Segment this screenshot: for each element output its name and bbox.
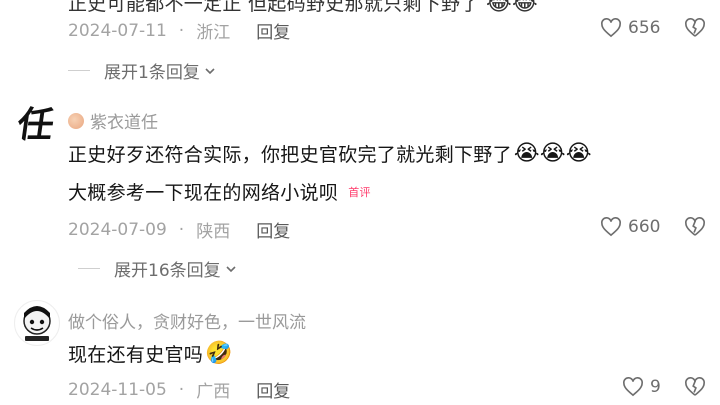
dislike-button[interactable] (684, 377, 706, 401)
comment-text: 现在还有史官吗 (68, 344, 204, 366)
comment-region: 浙江 (196, 23, 231, 43)
reply-button[interactable]: 回复 (256, 217, 290, 242)
heart-outline-icon (601, 18, 621, 38)
like-button[interactable]: 656 (600, 18, 660, 38)
comment-date: 2024-07-11 (68, 20, 167, 41)
comment-text: 正史好歹还符合实际，你把史官砍完了就光剩下野了 (68, 144, 512, 166)
expand-replies-label: 展开16条回复 (114, 261, 221, 281)
heart-outline-icon (601, 217, 621, 237)
comment-date: 2024-07-09 (68, 219, 167, 240)
comment-3-body: 现在还有史官吗 🤣 (68, 340, 233, 367)
heart-outline-icon (623, 377, 643, 397)
comment-dot: · (178, 20, 185, 41)
divider (68, 70, 90, 71)
comment-2-meta: 2024-07-09 · 陕西 回复 (68, 217, 290, 243)
username-row: 紫衣道任 (68, 108, 158, 133)
comment-2-body-line-2: 大概参考一下现在的网络小说呗 首评 (68, 178, 371, 205)
username[interactable]: 紫衣道任 (90, 108, 158, 133)
comment-1-body: 正史可能都不一定正 但起码野史那就只剩下野了 😂😂 (68, 0, 538, 16)
expand-replies-label: 展开1条回复 (104, 63, 200, 83)
comment-2-body-line-1: 正史好歹还符合实际，你把史官砍完了就光剩下野了 😭😭😭 (68, 140, 592, 167)
comment-3-meta: 2024-11-05 · 广西 回复 (68, 377, 290, 403)
like-count: 9 (650, 377, 661, 397)
divider (78, 268, 100, 269)
broken-heart-icon (685, 18, 705, 37)
broken-heart-icon (685, 377, 705, 396)
like-button[interactable]: 9 (622, 377, 661, 397)
expand-replies-button[interactable]: 展开1条回复 (68, 58, 216, 83)
rofl-emoji: 🤣 (205, 340, 233, 366)
crying-emoji: 😭😭😭 (513, 140, 592, 166)
like-count: 660 (628, 217, 661, 237)
username[interactable]: 做个俗人，贪财好色，一世风流 (68, 308, 306, 333)
reply-button[interactable]: 回复 (256, 18, 290, 43)
first-comment-tag: 首评 (348, 185, 371, 199)
reply-button[interactable]: 回复 (256, 377, 290, 402)
broken-heart-icon (685, 217, 705, 236)
avatar-calligraphy: 任 (14, 104, 57, 144)
avatar[interactable]: 任 (14, 100, 58, 144)
like-button[interactable]: 660 (600, 217, 660, 237)
avatar[interactable] (14, 300, 60, 346)
comment-text: 大概参考一下现在的网络小说呗 (68, 182, 339, 204)
cartoon-face-icon (23, 306, 51, 341)
expand-replies-button[interactable]: 展开16条回复 (78, 256, 237, 281)
comment-region: 陕西 (196, 222, 231, 242)
dislike-button[interactable] (684, 217, 706, 241)
comment-1-emojis: 😂😂 (485, 0, 538, 16)
comment-region: 广西 (196, 382, 231, 402)
dislike-button[interactable] (684, 18, 706, 42)
comment-1-meta: 2024-07-11 · 浙江 回复 (68, 18, 290, 44)
comment-date: 2024-11-05 (68, 379, 167, 400)
comment-dot: · (178, 379, 185, 400)
user-badge-icon (68, 112, 84, 129)
chevron-down-icon (205, 67, 215, 74)
comment-1-text: 正史可能都不一定正 但起码野史那就只剩下野了 (68, 0, 480, 15)
chevron-down-icon (226, 265, 236, 272)
like-count: 656 (628, 18, 661, 38)
comment-dot: · (178, 219, 185, 240)
